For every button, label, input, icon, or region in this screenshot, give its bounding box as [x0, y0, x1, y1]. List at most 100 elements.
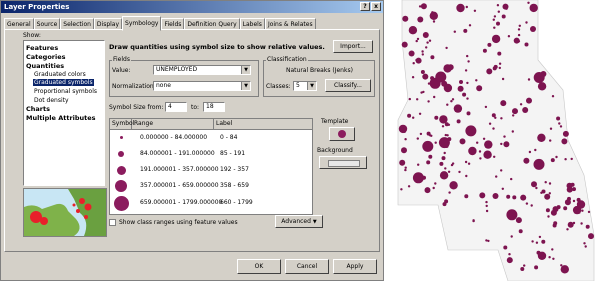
range-cell: 191.000001 - 357.000000: [140, 166, 219, 173]
classes-dropdown[interactable]: 5 ▼: [293, 81, 317, 91]
map-symbol: [497, 10, 500, 13]
show-list: Features Categories Quantities Graduated…: [23, 40, 105, 186]
map-symbol: [562, 130, 569, 137]
map-symbol: [535, 241, 539, 244]
map-symbol: [485, 239, 488, 242]
map-symbol: [427, 82, 431, 85]
map-symbol: [453, 104, 463, 113]
advanced-button[interactable]: Advanced ▼: [275, 215, 323, 228]
map-symbol: [408, 97, 411, 101]
map-symbol: [485, 204, 488, 208]
classes-label: Classes:: [266, 83, 291, 90]
map-symbol: [434, 141, 437, 144]
map-symbol: [438, 137, 450, 149]
size-to-input[interactable]: 18: [203, 102, 225, 112]
map-symbol: [547, 215, 550, 218]
table-row[interactable]: 0.000000 - 84.000000 0 - 84: [110, 130, 312, 146]
symbol-size-from-label: Symbol Size from:: [109, 104, 164, 111]
map-symbol: [484, 105, 488, 109]
show-class-ranges-checkbox[interactable]: [109, 219, 116, 226]
show-item-proportional-symbols[interactable]: Proportional symbols: [34, 88, 97, 95]
value-dropdown[interactable]: UNEMPLOYED ▼: [153, 65, 251, 75]
help-button[interactable]: ?: [360, 2, 370, 11]
map-symbol: [585, 224, 590, 229]
table-row[interactable]: 191.000001 - 357.000000 192 - 357: [110, 162, 312, 178]
map-symbol: [512, 195, 517, 200]
apply-button[interactable]: Apply: [333, 259, 377, 274]
table-row[interactable]: 357.000001 - 659.000000 358 - 659: [110, 178, 312, 194]
map-symbol: [485, 209, 489, 213]
tab-strip: General Source Selection Display Symbolo…: [4, 16, 316, 31]
show-item-features[interactable]: Features: [26, 44, 58, 52]
value-label: Value:: [112, 67, 131, 74]
table-row[interactable]: 659.000001 - 1799.000000 660 - 1799: [110, 195, 312, 211]
range-cell: 0.000000 - 84.000000: [140, 134, 208, 141]
map-symbol: [412, 172, 424, 184]
template-symbol-button[interactable]: [329, 127, 355, 141]
map-symbol: [472, 219, 475, 223]
map-symbol: [497, 51, 502, 56]
map-symbol: [475, 79, 478, 82]
map-symbol: [465, 5, 468, 9]
map-symbol: [530, 204, 533, 207]
map-symbol: [493, 15, 497, 18]
map-symbol: [439, 171, 449, 180]
cancel-button[interactable]: Cancel: [285, 259, 329, 274]
size-from-input[interactable]: 4: [165, 102, 187, 112]
map-symbol: [498, 66, 501, 70]
map-symbol: [478, 150, 482, 153]
column-header-label[interactable]: Label: [214, 119, 312, 129]
show-item-dot-density[interactable]: Dot density: [34, 97, 69, 104]
import-button[interactable]: Import...: [333, 40, 373, 53]
map-symbol: [459, 138, 466, 145]
normalization-label: Normalization:: [112, 83, 156, 90]
map-symbol: [492, 18, 495, 21]
classes-dropdown-text: 5: [296, 82, 300, 89]
column-header-symbol[interactable]: Symbol: [110, 119, 134, 129]
background-symbol-button[interactable]: [319, 156, 367, 169]
column-header-range[interactable]: Range: [132, 119, 214, 129]
map-symbol: [531, 240, 534, 243]
map-symbol: [476, 141, 479, 144]
title-bar: Layer Properties ? x: [1, 1, 383, 13]
map-symbol: [491, 113, 496, 118]
show-item-graduated-symbols[interactable]: Graduated symbols: [33, 79, 94, 86]
map-symbol: [444, 199, 449, 204]
show-item-graduated-colors[interactable]: Graduated colors: [34, 71, 86, 78]
map-symbol: [428, 39, 432, 42]
table-row[interactable]: 84.000001 - 191.000000 85 - 191: [110, 146, 312, 162]
map-symbol: [548, 256, 551, 259]
choropleth-map-image: [397, 0, 595, 281]
classify-button[interactable]: Classify...: [325, 79, 371, 92]
map-symbol: [488, 122, 492, 125]
map-symbol: [426, 160, 431, 165]
close-button[interactable]: x: [371, 2, 381, 11]
map-symbol: [420, 3, 427, 10]
map-symbol: [445, 142, 448, 145]
normalization-dropdown[interactable]: none ▼: [153, 81, 251, 91]
map-symbol: [464, 69, 468, 72]
map-view: [388, 0, 600, 281]
map-symbol: [552, 223, 557, 228]
map-symbol: [476, 85, 483, 92]
map-symbol: [535, 186, 538, 190]
map-symbol: [500, 117, 503, 120]
map-symbol: [496, 3, 500, 7]
tab-symbology[interactable]: Symbology: [122, 16, 162, 31]
map-symbol: [564, 158, 567, 161]
show-item-multiple-attributes[interactable]: Multiple Attributes: [26, 114, 96, 122]
show-label: Show:: [23, 32, 41, 39]
map-symbol: [458, 170, 461, 174]
map-symbol: [401, 147, 407, 154]
map-symbol: [447, 170, 451, 173]
map-symbol: [512, 108, 518, 115]
show-item-charts[interactable]: Charts: [26, 105, 50, 113]
map-symbol: [408, 50, 415, 57]
show-item-quantities[interactable]: Quantities: [26, 62, 64, 70]
map-symbol: [583, 242, 586, 245]
map-symbol: [425, 46, 428, 49]
map-symbol: [518, 24, 521, 27]
map-symbol: [441, 156, 446, 161]
ok-button[interactable]: OK: [237, 259, 281, 274]
show-item-categories[interactable]: Categories: [26, 53, 66, 61]
